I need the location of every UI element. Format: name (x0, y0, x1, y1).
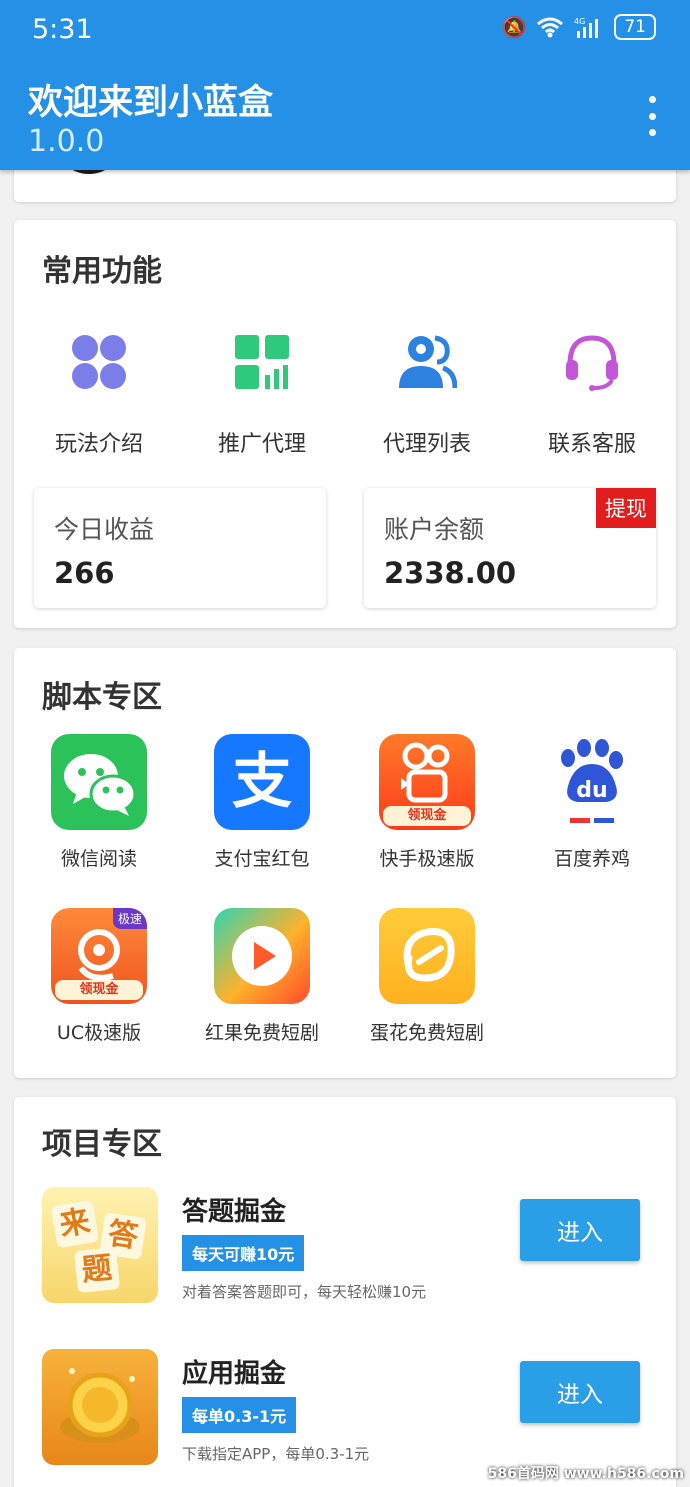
func-item-promote[interactable]: 推广代理 (187, 332, 337, 458)
func-item-intro[interactable]: 玩法介绍 (24, 332, 174, 458)
project-name: 答题掘金 (182, 1197, 287, 1227)
svg-text:4G: 4G (574, 17, 585, 26)
gold-coin-icon (42, 1349, 158, 1465)
baidu-icon: du (544, 734, 640, 830)
section-title: 常用功能 (42, 254, 162, 289)
uc-icon: 极速 领现金 (51, 908, 147, 1004)
app-label: UC极速版 (56, 1022, 142, 1044)
func-label: 推广代理 (217, 432, 306, 457)
project-name: 应用掘金 (182, 1359, 287, 1389)
func-item-agent-list[interactable]: 代理列表 (352, 332, 502, 458)
enter-button[interactable]: 进入 (520, 1199, 640, 1261)
project-item-app: 应用掘金 每单0.3-1元 下载指定APP，每单0.3-1元 进入 (42, 1349, 648, 1467)
kuaishou-icon: 领现金 (379, 734, 475, 830)
today-income-panel: 今日收益 266 (34, 488, 326, 608)
scripts-card: 脚本专区 微信阅读 支 支付宝红包 领现金 快手极速版 du 百度养鸡 极速 领… (14, 648, 676, 1078)
func-label: 玩法介绍 (54, 432, 143, 457)
enter-button[interactable]: 进入 (520, 1361, 640, 1423)
app-item-wechat[interactable]: 微信阅读 (24, 734, 174, 871)
signal-icon: 4G (574, 17, 599, 38)
section-title: 项目专区 (42, 1127, 162, 1162)
app-label: 蛋花免费短剧 (369, 1022, 484, 1044)
status-icons: 🔕 4G 71 (501, 14, 656, 40)
projects-card: 项目专区 来 答 题 答题掘金 每天可赚10元 对着答案答题即可，每天轻松赚10… (14, 1097, 676, 1487)
wechat-icon (51, 734, 147, 830)
app-label: 快手极速版 (379, 848, 475, 870)
app-title: 欢迎来到小蓝盒 (28, 83, 274, 123)
app-label: 微信阅读 (60, 848, 137, 870)
project-tag: 每单0.3-1元 (182, 1397, 297, 1433)
quiz-icon: 来 答 题 (42, 1187, 158, 1303)
wifi-icon (537, 17, 564, 38)
alipay-glyph: 支 (232, 747, 292, 817)
hongguo-icon (214, 908, 310, 1004)
mute-bell-icon: 🔕 (501, 15, 527, 39)
app-label: 支付宝红包 (214, 848, 310, 870)
app-item-baidu[interactable]: du 百度养鸡 (517, 734, 667, 871)
func-item-support[interactable]: 联系客服 (517, 332, 667, 458)
withdraw-button[interactable]: 提现 (596, 488, 656, 528)
func-label: 联系客服 (547, 432, 636, 457)
balance-value: 2338.00 (384, 556, 517, 590)
section-title: 脚本专区 (42, 680, 162, 715)
common-functions-card: 常用功能 玩法介绍 推广代理 代理列表 联系客服 今日收益 266 账户余额 2… (14, 220, 676, 628)
today-income-label: 今日收益 (54, 515, 155, 544)
battery-indicator: 71 (614, 14, 656, 40)
app-item-danhua[interactable]: 蛋花免费短剧 (352, 908, 502, 1045)
balance-panel: 账户余额 2338.00 提现 (364, 488, 656, 608)
project-desc: 对着答案答题即可，每天轻松赚10元 (182, 1283, 427, 1301)
cash-tag: 领现金 (383, 806, 471, 826)
app-item-uc[interactable]: 极速 领现金 UC极速版 (24, 908, 174, 1045)
app-item-kuaishou[interactable]: 领现金 快手极速版 (352, 734, 502, 871)
baidu-glyph: du (576, 778, 608, 803)
app-item-hongguo[interactable]: 红果免费短剧 (187, 908, 337, 1045)
app-label: 红果免费短剧 (204, 1022, 319, 1044)
watermark: 586首码网 www.h586.com (487, 1466, 684, 1482)
project-item-quiz: 来 答 题 答题掘金 每天可赚10元 对着答案答题即可，每天轻松赚10元 进入 (42, 1187, 648, 1305)
quiz-tile: 来 (50, 1199, 100, 1249)
dashboard-icon (235, 335, 289, 389)
headset-icon (566, 335, 618, 391)
users-icon (399, 335, 458, 389)
app-version: 1.0.0 (28, 124, 105, 159)
app-label: 百度养鸡 (553, 848, 630, 870)
project-tag: 每天可赚10元 (182, 1235, 305, 1271)
project-desc: 下载指定APP，每单0.3-1元 (182, 1445, 370, 1463)
app-item-alipay[interactable]: 支 支付宝红包 (187, 734, 337, 871)
today-income-value: 266 (54, 556, 115, 590)
more-vert-icon (648, 96, 656, 103)
status-time: 5:31 (32, 14, 93, 45)
alipay-icon: 支 (214, 734, 310, 830)
cash-tag: 领现金 (55, 980, 143, 1000)
balance-label: 账户余额 (384, 515, 485, 544)
grid-dots-icon (72, 335, 126, 389)
more-options-button[interactable] (640, 96, 664, 136)
quiz-tile: 题 (73, 1246, 121, 1294)
fast-badge: 极速 (112, 908, 147, 929)
danhua-icon (379, 908, 475, 1004)
app-bar: 5:31 🔕 4G 71 欢迎来到小蓝盒 1.0.0 (0, 0, 690, 170)
func-label: 代理列表 (382, 432, 471, 457)
